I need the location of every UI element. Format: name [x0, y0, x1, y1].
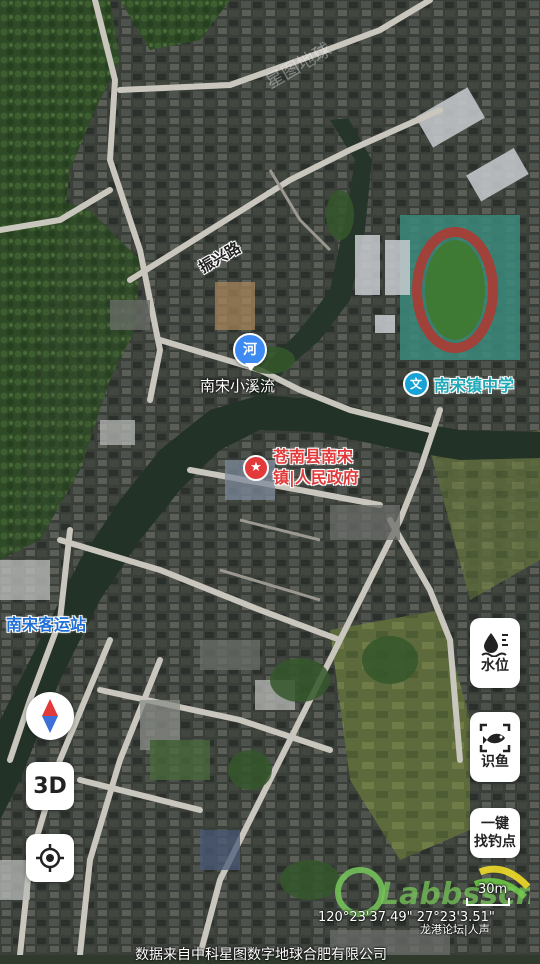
school-label[interactable]: 南宋镇中学 [434, 372, 514, 396]
fish-identify-label: 识鱼 [481, 754, 509, 770]
find-spot-label-2: 找钓点 [474, 834, 516, 850]
view-3d-button[interactable]: 3D [26, 762, 74, 810]
bus-station-label[interactable]: 南宋客运站 [6, 611, 86, 635]
locate-button[interactable] [26, 834, 74, 882]
fish-scan-icon [479, 723, 511, 753]
river-pin-glyph: 河 [243, 342, 257, 358]
compass-button[interactable] [26, 692, 74, 740]
find-spot-label-1: 一键 [481, 816, 509, 832]
water-level-button[interactable]: 水位 [470, 618, 520, 688]
school-pin-icon[interactable]: 文 [403, 371, 429, 397]
data-attribution: 数据来自中科星图数字地球合肥有限公司 [135, 947, 387, 963]
fish-identify-button[interactable]: 识鱼 [470, 712, 520, 782]
river-label[interactable]: 南宋小溪流 [200, 375, 275, 396]
government-label[interactable]: 苍南县南宋 镇|人民政府 [273, 446, 359, 488]
water-level-label: 水位 [481, 658, 509, 674]
locate-icon [36, 844, 64, 872]
forum-watermark: 龙港论坛|人声 [420, 923, 490, 936]
government-label-line1: 苍南县南宋 [273, 447, 354, 466]
school-pin-glyph: 文 [409, 377, 422, 391]
government-label-line2: 镇|人民政府 [273, 468, 359, 487]
scale-bar [466, 898, 510, 906]
compass-icon [42, 699, 58, 733]
satellite-map[interactable] [0, 0, 540, 955]
find-spot-button[interactable]: 一键 找钓点 [470, 808, 520, 858]
logo-text: Labbsscn [380, 877, 530, 912]
government-pin-icon[interactable]: ★ [243, 455, 269, 481]
water-level-icon [481, 633, 508, 657]
river-pin-icon[interactable]: 河 [233, 333, 267, 371]
scale-label: 30m [478, 882, 508, 897]
